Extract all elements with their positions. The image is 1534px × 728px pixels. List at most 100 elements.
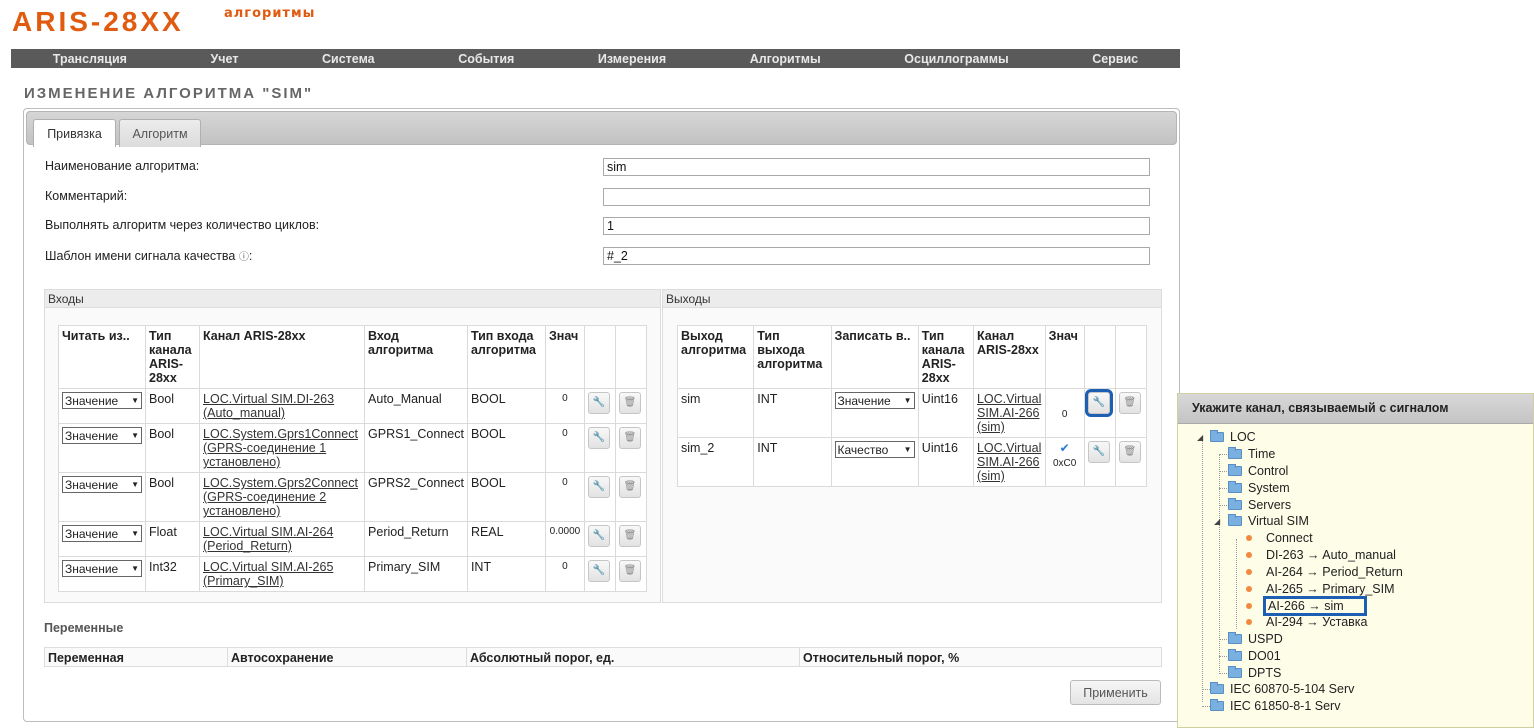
algo-input: GPRS1_Connect <box>364 423 468 473</box>
info-icon[interactable]: ⓘ <box>239 252 249 263</box>
algo-input-type: INT <box>466 556 546 592</box>
outputs-section-title: Выходы <box>663 290 1161 308</box>
delete-button[interactable]: 🗑 <box>618 476 641 498</box>
read-from-select[interactable]: Значение ▼ <box>62 427 142 444</box>
nav-item-service[interactable]: Сервис <box>1092 52 1138 66</box>
nav-item-translation[interactable]: Трансляция <box>53 52 127 66</box>
col-delete <box>1114 325 1148 389</box>
collapse-icon[interactable]: ◢ <box>1197 433 1203 442</box>
col-write-to: Записать в.. <box>830 325 919 389</box>
tree-guide-line <box>1219 454 1220 674</box>
tree-node-servers[interactable]: Servers <box>1228 498 1291 512</box>
cycles-label: Выполнять алгоритм через количество цикл… <box>45 218 320 232</box>
trash-icon: 🗑 <box>623 565 637 576</box>
delete-button[interactable]: 🗑 <box>618 392 641 414</box>
name-input[interactable]: sim <box>603 158 1150 176</box>
algo-output: sim <box>676 388 755 438</box>
nav-item-system[interactable]: Система <box>322 52 375 66</box>
col-channel: Канал ARIS-28xx <box>972 325 1046 389</box>
tree-node-iec61850[interactable]: IEC 61850-8-1 Serv <box>1210 699 1340 713</box>
folder-icon <box>1228 498 1242 510</box>
channel-link[interactable]: LOC.System.Gprs2Connect (GPRS-соединение… <box>203 476 358 518</box>
tree-node-dpts[interactable]: DPTS <box>1228 666 1281 680</box>
channel-type: Bool <box>145 423 201 473</box>
tree-branch <box>1219 488 1227 489</box>
channel-link[interactable]: LOC.System.Gprs1Connect (GPRS-соединение… <box>203 427 358 469</box>
channel-picker-popup: Укажите канал, связываемый с сигналом ◢ … <box>1177 393 1534 728</box>
cycles-input[interactable]: 1 <box>603 217 1150 235</box>
channel-link[interactable]: LOC.Virtual SIM.AI-264 (Period_Return) <box>203 525 333 553</box>
read-from-select[interactable]: Значение ▼ <box>62 392 142 409</box>
tree-node-time[interactable]: Time <box>1228 447 1275 461</box>
collapse-icon[interactable]: ◢ <box>1214 517 1220 526</box>
chevron-down-icon: ▼ <box>903 444 912 454</box>
inputs-section: Входы Читать из.. Тип канала ARIS-28xx К… <box>44 289 661 603</box>
delete-button[interactable]: 🗑 <box>618 525 641 547</box>
edit-button[interactable]: 🔧 <box>1084 389 1113 417</box>
value: 0 <box>544 556 585 592</box>
tree-branch <box>1219 454 1227 455</box>
outputs-header-row: Выход алгоритма Тип выхода алгоритма Зап… <box>676 325 1148 389</box>
channel-dot-icon <box>1246 586 1252 592</box>
edit-button[interactable]: 🔧 <box>587 427 610 449</box>
tab-binding[interactable]: Привязка <box>33 119 116 147</box>
wrench-icon: 🔧 <box>1092 446 1105 457</box>
read-from-select[interactable]: Значение ▼ <box>62 560 142 577</box>
tree-node-virtual-sim[interactable]: Virtual SIM <box>1228 514 1309 528</box>
edit-button[interactable]: 🔧 <box>1087 441 1110 463</box>
folder-icon <box>1228 447 1242 459</box>
edit-button[interactable]: 🔧 <box>587 525 610 547</box>
edit-button[interactable]: 🔧 <box>587 560 610 582</box>
nav-item-events[interactable]: События <box>458 52 514 66</box>
tab-algorithm[interactable]: Алгоритм <box>119 119 201 147</box>
col-channel-type: Тип канала ARIS-28xx <box>917 325 974 389</box>
channel-link[interactable]: LOC.Virtual SIM.AI-266 (sim) <box>977 441 1041 483</box>
tree-branch <box>1219 656 1227 657</box>
edit-button[interactable]: 🔧 <box>587 392 610 414</box>
nav-item-accounting[interactable]: Учет <box>211 52 239 66</box>
channel-link[interactable]: LOC.Virtual SIM.AI-265 (Primary_SIM) <box>203 560 333 588</box>
channel-dot-icon <box>1246 603 1252 609</box>
tree-node-do01[interactable]: DO01 <box>1228 649 1281 663</box>
algo-input: Auto_Manual <box>364 388 468 424</box>
delete-button[interactable]: 🗑 <box>1118 441 1141 463</box>
channel-link[interactable]: LOC.Virtual SIM.AI-266 (sim) <box>977 392 1041 434</box>
tree-node-iec104[interactable]: IEC 60870-5-104 Serv <box>1210 682 1354 696</box>
apply-button[interactable]: Применить <box>1070 680 1161 705</box>
delete-button[interactable]: 🗑 <box>618 427 641 449</box>
tree-node-connect[interactable]: Connect <box>1246 531 1313 545</box>
col-value: Знач <box>544 325 585 389</box>
tree-node-uspd[interactable]: USPD <box>1228 632 1283 646</box>
channel-type: Float <box>145 521 201 557</box>
tree-node-ai266[interactable]: AI-266 → sim <box>1246 596 1367 616</box>
tree-node-di263[interactable]: DI-263 → Auto_manual <box>1246 548 1396 562</box>
algo-input-type: REAL <box>466 521 546 557</box>
tree-node-ai265[interactable]: AI-265 → Primary_SIM <box>1246 582 1395 596</box>
logo-sub: алгоритмы <box>224 6 316 21</box>
comment-input[interactable] <box>603 188 1150 206</box>
col-channel: Канал ARIS-28xx <box>199 325 366 389</box>
nav-item-oscillograms[interactable]: Осциллограммы <box>904 52 1008 66</box>
nav-item-algorithms[interactable]: Алгоритмы <box>750 52 821 66</box>
delete-button[interactable]: 🗑 <box>1118 392 1141 414</box>
tree-node-system[interactable]: System <box>1228 481 1290 495</box>
write-to-select[interactable]: Качество ▼ <box>834 441 915 458</box>
delete-button[interactable]: 🗑 <box>618 560 641 582</box>
tree-node-ai294[interactable]: AI-294 → Уставка <box>1246 615 1368 629</box>
tree-node-control[interactable]: Control <box>1228 464 1288 478</box>
wrench-icon: 🔧 <box>592 432 606 443</box>
chevron-down-icon: ▼ <box>131 395 139 405</box>
nav-item-measurements[interactable]: Измерения <box>598 52 666 66</box>
tree-guide-line <box>1236 539 1237 629</box>
read-from-select[interactable]: Значение ▼ <box>62 525 142 542</box>
tree-node-loc[interactable]: LOC <box>1210 430 1256 444</box>
channel-dot-icon <box>1246 535 1252 541</box>
tree-node-ai264[interactable]: AI-264 → Period_Return <box>1246 565 1403 579</box>
channel-link[interactable]: LOC.Virtual SIM.DI-263 (Auto_manual) <box>203 392 334 420</box>
value: 0 <box>544 472 585 522</box>
quality-template-input[interactable]: #_2 <box>603 247 1150 265</box>
col-algo-input-type: Тип входа алгоритма <box>466 325 546 389</box>
edit-button[interactable]: 🔧 <box>587 476 610 498</box>
read-from-select[interactable]: Значение ▼ <box>62 476 142 493</box>
write-to-select[interactable]: Значение ▼ <box>834 392 915 409</box>
